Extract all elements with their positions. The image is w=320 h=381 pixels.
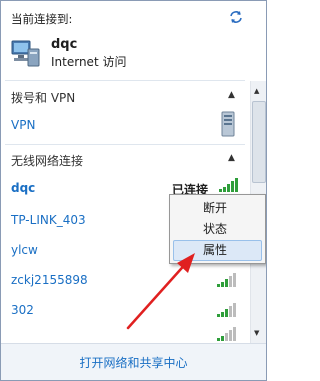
- connected-to-header: 当前连接到:: [11, 12, 73, 26]
- network-computer-icon: [11, 40, 40, 67]
- wifi-item-zckj2155898[interactable]: zckj2155898: [11, 273, 88, 287]
- dialup-vpn-section-title[interactable]: 拨号和 VPN: [11, 89, 75, 106]
- wireless-section-title[interactable]: 无线网络连接: [11, 152, 83, 169]
- menu-item-properties[interactable]: 属性: [173, 240, 262, 261]
- divider: [5, 80, 245, 81]
- divider: [5, 144, 245, 145]
- scrollbar-thumb[interactable]: [252, 101, 266, 183]
- menu-item-status[interactable]: 状态: [173, 219, 262, 240]
- footer: 打开网络和共享中心: [1, 343, 266, 380]
- wifi-item-302[interactable]: 302: [11, 303, 34, 317]
- current-network-status: Internet 访问: [51, 55, 127, 69]
- open-network-sharing-center-link[interactable]: 打开网络和共享中心: [1, 354, 266, 371]
- chevron-up-icon[interactable]: ▲: [228, 90, 235, 100]
- signal-strength-icon: [217, 303, 237, 317]
- current-network-name: dqc: [51, 37, 78, 52]
- wifi-item-ylcw[interactable]: ylcw: [11, 243, 38, 257]
- wifi-item-dqc[interactable]: dqc: [11, 181, 35, 195]
- scroll-up-icon[interactable]: ▲: [254, 87, 259, 95]
- signal-strength-icon: [217, 273, 237, 287]
- signal-strength-icon: [217, 327, 237, 341]
- vpn-server-icon: [221, 111, 235, 137]
- signal-strength-icon: [219, 178, 239, 192]
- wifi-item-tp-link-403[interactable]: TP-LINK_403: [11, 213, 86, 227]
- refresh-icon[interactable]: [228, 9, 244, 25]
- menu-item-disconnect[interactable]: 断开: [173, 198, 262, 219]
- network-flyout: 当前连接到: dqc Internet 访问 拨号和 VPN ▲ VPN 无线网…: [0, 0, 267, 381]
- scroll-down-icon[interactable]: ▼: [254, 329, 259, 337]
- chevron-up-icon[interactable]: ▲: [228, 153, 235, 163]
- context-menu: 断开 状态 属性: [169, 194, 266, 264]
- vpn-item[interactable]: VPN: [11, 118, 35, 132]
